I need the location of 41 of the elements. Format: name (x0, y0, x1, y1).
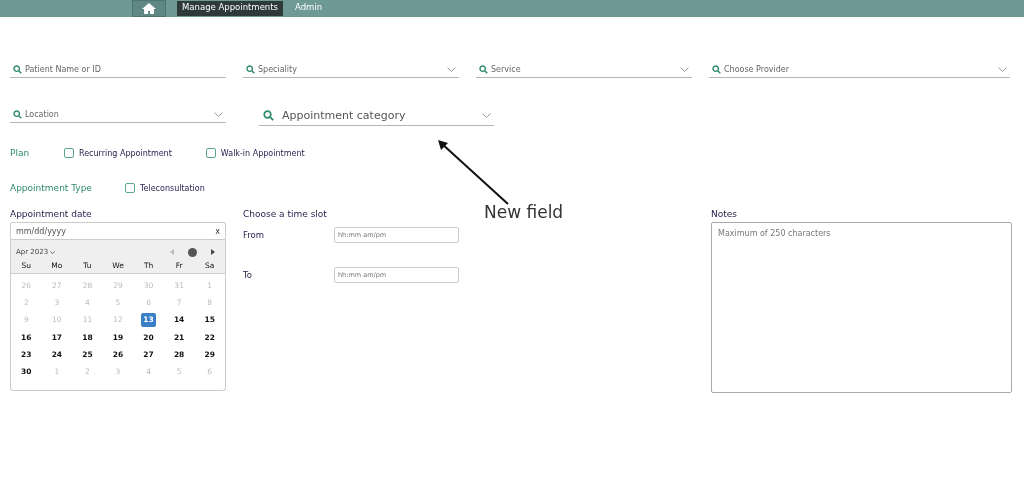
nav-tab[interactable]: Manage Appointments (177, 1, 283, 16)
chevron-down-icon (482, 113, 491, 118)
chevron-down-icon (214, 111, 223, 117)
section-label: Choose a time slot (243, 209, 328, 221)
search-icon (246, 64, 255, 74)
time-label: From (243, 229, 266, 240)
group-label: Appointment Type (10, 183, 93, 193)
checkbox[interactable] (205, 148, 216, 158)
search-icon (13, 109, 22, 119)
search-field[interactable]: Patient Name or ID (10, 61, 226, 78)
search-icon (263, 110, 274, 121)
time-label: To (243, 269, 253, 280)
home-button[interactable] (132, 0, 166, 17)
checkbox[interactable] (64, 148, 74, 158)
checkbox-label: Recurring Appointment (79, 148, 172, 158)
section-label: Appointment date (10, 209, 93, 221)
search-icon (712, 64, 721, 74)
chevron-down-icon (998, 66, 1007, 72)
clear-button[interactable]: x (215, 226, 220, 236)
caret-icon (50, 250, 56, 254)
chevron-down-icon (447, 66, 456, 72)
checkbox-label: Teleconsultation (140, 183, 205, 193)
group-label: Plan (10, 148, 31, 158)
checkbox-label: Walk-in Appointment (220, 148, 305, 158)
search-field[interactable]: Choose Provider (709, 61, 1010, 78)
today-icon[interactable] (188, 247, 197, 257)
search-icon (13, 64, 22, 74)
previous-month-icon[interactable] (170, 249, 174, 255)
checkbox[interactable] (125, 183, 135, 193)
search-field[interactable]: Speciality (243, 61, 459, 78)
section-label: Notes (711, 209, 738, 221)
annotation-text: New field (484, 202, 564, 222)
date-field[interactable]: mm/dd/yyyy x (10, 222, 226, 240)
search-icon (479, 64, 488, 74)
search-field[interactable]: Location (10, 106, 226, 123)
next-month-icon[interactable] (211, 249, 215, 255)
notes-field[interactable]: Maximum of 250 characters (711, 222, 1012, 393)
chevron-down-icon (680, 66, 689, 72)
home-icon (142, 3, 156, 14)
search-field[interactable]: Service (476, 61, 692, 78)
search-field[interactable]: Appointment category (259, 106, 494, 126)
